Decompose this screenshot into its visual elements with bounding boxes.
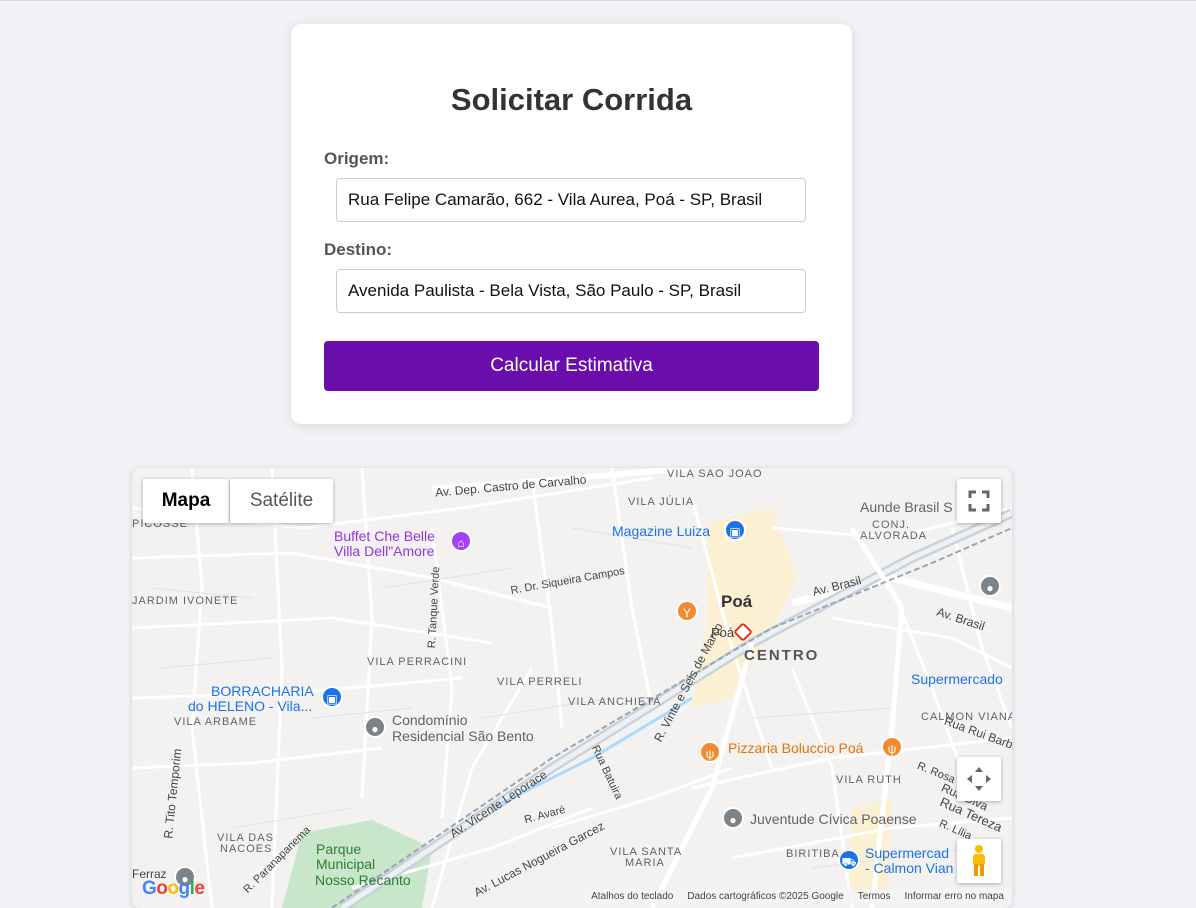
place-pizzaria[interactable]: Pizzaria Boluccio Poá	[728, 741, 863, 755]
place-condominio-line2[interactable]: Residencial São Bento	[392, 729, 534, 743]
destination-input[interactable]	[336, 269, 806, 313]
area-jardim-ivonete: JARDIM IVONETE	[132, 595, 239, 607]
map-type-satellite-button[interactable]: Satélite	[230, 479, 333, 523]
fullscreen-button[interactable]	[957, 479, 1001, 523]
area-vila-das-nacoes-2: NACOES	[220, 843, 273, 855]
place-magazine-luiza[interactable]: Magazine Luiza	[612, 524, 710, 538]
ride-request-card: Solicitar Corrida Origem: Destino: Calcu…	[291, 24, 852, 424]
area-vila-ruth: VILA RUTH	[836, 774, 902, 786]
street-view-button[interactable]	[957, 839, 1001, 883]
shopping-bag-icon[interactable]: ▣	[321, 686, 343, 708]
google-logo[interactable]: Google	[142, 878, 205, 900]
area-vila-sao-joao: VILA SAO JOAO	[667, 468, 763, 480]
fullscreen-icon	[968, 490, 990, 512]
page-title: Solicitar Corrida	[450, 82, 693, 117]
place-parque-line2[interactable]: Municipal	[316, 857, 375, 871]
keyboard-shortcuts-link[interactable]: Atalhos do teclado	[591, 891, 673, 902]
location-pin-icon[interactable]: ●	[979, 575, 1001, 597]
shopping-bag-icon[interactable]: ▣	[724, 519, 746, 541]
map-type-map-button[interactable]: Mapa	[143, 479, 229, 523]
place-borracharia-line1[interactable]: BORRACHARIA	[211, 684, 314, 698]
pegman-icon	[973, 845, 985, 876]
calculate-estimate-button[interactable]: Calcular Estimativa	[324, 341, 819, 391]
map-attribution: Atalhos do teclado Dados cartográficos ©…	[583, 889, 1012, 903]
place-condominio-line1[interactable]: Condomínio	[392, 713, 468, 727]
cart-icon[interactable]: ⛟	[838, 849, 860, 871]
area-conj-alvorada-2: ALVORADA	[860, 530, 928, 542]
restaurant-icon[interactable]: ψ	[881, 736, 903, 758]
camera-control-button[interactable]	[957, 757, 1001, 801]
place-super-calmon-line1[interactable]: Supermercad	[865, 846, 949, 860]
place-supermercado[interactable]: Supermercado	[911, 672, 1003, 686]
origin-input[interactable]	[336, 178, 806, 222]
origin-label: Origem:	[324, 149, 390, 168]
restaurant-icon[interactable]: ψ	[699, 741, 721, 763]
place-poa-station[interactable]: Poá	[711, 626, 734, 639]
area-vila-perracini: VILA PERRACINI	[367, 656, 468, 668]
map-container[interactable]: VILA SAO JOAO VILA JÚLIA CONJ. ALVORADA …	[132, 468, 1012, 908]
area-vila-julia: VILA JÚLIA	[628, 496, 695, 508]
terms-link[interactable]: Termos	[858, 891, 891, 902]
place-juventude[interactable]: Juventude Cívica Poaense	[750, 812, 917, 826]
location-pin-icon[interactable]: ●	[722, 807, 744, 829]
place-aunde[interactable]: Aunde Brasil S	[860, 500, 953, 514]
place-parque-line1[interactable]: Parque	[316, 842, 361, 856]
place-super-calmon-line2[interactable]: - Calmon Vian	[865, 861, 953, 875]
place-buffet-line2[interactable]: Villa Dell"Amore	[334, 544, 434, 558]
area-biritiba: BIRITIBA	[786, 848, 840, 860]
area-vila-perreli: VILA PERRELI	[497, 676, 583, 688]
place-parque-line3[interactable]: Nosso Recanto	[315, 873, 411, 887]
area-centro: CENTRO	[744, 647, 820, 664]
area-vila-anchieta: VILA ANCHIETA	[568, 696, 662, 708]
gift-icon[interactable]: ⌂	[450, 530, 472, 552]
location-pin-icon[interactable]: ●	[364, 716, 386, 738]
area-vila-arbame: VILA ARBAME	[174, 716, 258, 728]
camera-control-icon	[967, 767, 991, 791]
report-error-link[interactable]: Informar erro no mapa	[905, 891, 1005, 902]
area-vila-santa-maria-2: MARIA	[625, 857, 665, 869]
map-data-text: Dados cartográficos ©2025 Google	[687, 890, 844, 902]
place-borracharia-line2[interactable]: do HELENO - Vila...	[188, 699, 312, 713]
place-buffet-line1[interactable]: Buffet Che Belle	[334, 529, 435, 543]
bar-icon[interactable]: Y	[676, 600, 698, 622]
destination-label: Destino:	[324, 240, 392, 259]
city-poa: Poá	[721, 592, 753, 611]
